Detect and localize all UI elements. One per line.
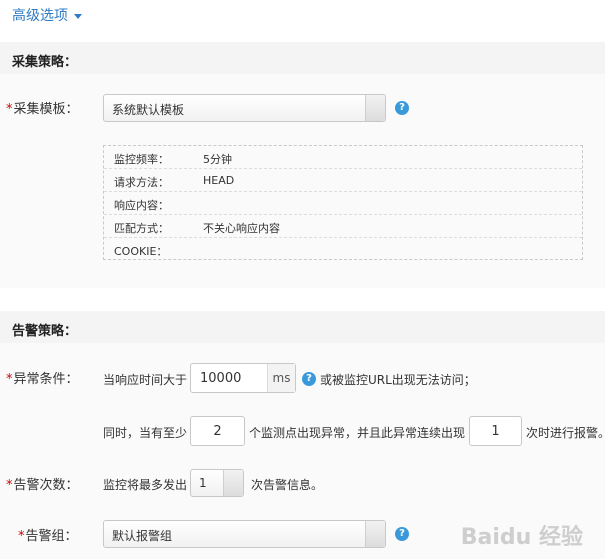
min-points-input[interactable]: 2: [190, 416, 245, 446]
baidu-watermark: Baidu 经验: [460, 525, 583, 550]
alert-count-suffix-text: 次告警信息。: [251, 478, 324, 492]
alert-section-title: 告警策略：: [12, 324, 78, 339]
template-select[interactable]: 系统默认模板: [103, 94, 386, 122]
advanced-options-toggle[interactable]: 高级选项: [12, 5, 82, 25]
template-label: *采集模板：: [6, 102, 79, 117]
alert-group-select[interactable]: 默认报警组: [103, 520, 386, 548]
condition-help-icon[interactable]: ?: [302, 372, 316, 386]
alert-group-label: *告警组：: [18, 529, 78, 544]
condition-suffix-text: 或被监控URL出现无法访问；: [320, 373, 476, 387]
collect-section-header: 采集策略：: [0, 42, 605, 74]
advanced-options-label: 高级选项: [12, 8, 68, 24]
template-select-value: 系统默认模板: [112, 103, 185, 117]
alert-section-header: 告警策略：: [0, 311, 605, 343]
alert-count-prefix-text: 监控将最多发出: [103, 478, 188, 492]
alert-count-label: *告警次数：: [6, 478, 79, 493]
template-help-icon[interactable]: ?: [395, 101, 409, 115]
alert-group-help-icon[interactable]: ?: [395, 527, 409, 541]
template-info-box: 监控频率： 5分钟 请求方法： HEAD 响应内容： 匹配方式： 不关心响应内容…: [103, 145, 583, 260]
info-row: 匹配方式： 不关心响应内容: [104, 215, 582, 238]
condition2-prefix-text: 同时，当有至少: [103, 426, 188, 440]
info-row: COOKIE：: [114, 245, 168, 258]
abnormal-condition-label: *异常条件：: [6, 372, 79, 387]
caret-down-icon: [74, 14, 82, 19]
alert-count-select[interactable]: 1: [190, 469, 244, 497]
response-time-input[interactable]: 10000 ms: [190, 363, 296, 393]
info-row: 请求方法： HEAD: [104, 169, 582, 192]
info-row: 监控频率： 5分钟: [104, 146, 582, 169]
condition-prefix-text: 当响应时间大于: [103, 373, 188, 387]
select-arrow-button[interactable]: [365, 95, 385, 121]
select-arrow-button[interactable]: [223, 470, 243, 496]
info-row: 响应内容：: [104, 192, 582, 215]
required-mark: *: [6, 102, 13, 117]
select-arrow-button[interactable]: [365, 521, 385, 547]
condition2-middle-text: 个监测点出现异常，并且此异常连续出现: [249, 426, 466, 440]
consecutive-times-input[interactable]: 1: [469, 416, 522, 446]
condition2-suffix-text: 次时进行报警。: [526, 426, 605, 440]
response-time-unit: ms: [267, 364, 295, 392]
collect-section-title: 采集策略：: [12, 55, 78, 70]
